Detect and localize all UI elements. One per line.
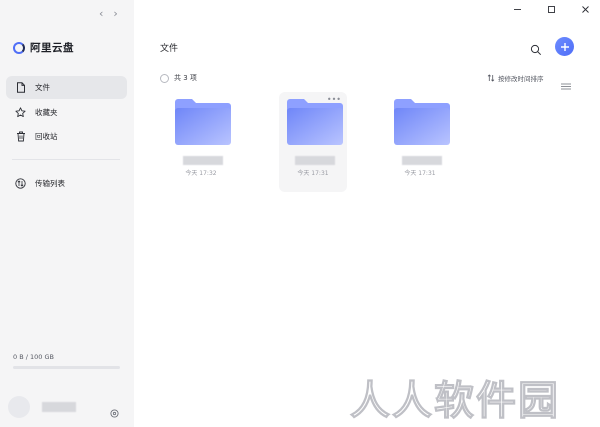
forward-arrow-icon[interactable]: ›: [113, 8, 117, 20]
sidebar-divider: [12, 159, 120, 160]
storage-usage-text: 0 B / 100 GB: [13, 353, 54, 361]
sidebar-item-trash[interactable]: 回收站: [6, 125, 127, 148]
username-redacted: [42, 402, 76, 412]
sidebar-item-label: 传输列表: [35, 179, 65, 188]
sidebar-item-transfers[interactable]: 传输列表: [6, 172, 127, 195]
sidebar-item-label: 回收站: [35, 132, 58, 141]
minimize-icon[interactable]: [512, 4, 522, 14]
close-icon[interactable]: [580, 4, 590, 14]
file-item-folder[interactable]: 今天 17:32: [167, 92, 235, 192]
file-item-folder[interactable]: ••• 今天 17:31: [279, 92, 347, 192]
add-button[interactable]: [555, 37, 574, 56]
file-icon: [15, 82, 26, 93]
file-name-redacted: [183, 156, 223, 165]
folder-icon: [394, 99, 450, 145]
back-arrow-icon[interactable]: ‹: [99, 8, 103, 20]
app-logo: 阿里云盘: [13, 40, 74, 55]
file-modified-time: 今天 17:31: [404, 170, 436, 177]
main-area: 文件 共 3 项 按修改时间排序 今天 17:32 ••• 今天 17:31 今…: [134, 0, 600, 427]
watermark-text: 人人软件园: [350, 378, 560, 425]
folder-icon: [175, 99, 231, 145]
sidebar-item-favorites[interactable]: 收藏夹: [6, 101, 127, 124]
sort-label: 按修改时间排序: [498, 75, 544, 83]
user-profile[interactable]: [8, 396, 76, 418]
item-count-label: 共 3 项: [174, 74, 197, 82]
sidebar: ‹ › 阿里云盘 文件 收藏夹 回收站 传输列表 0 B / 100 GB: [0, 0, 134, 427]
aliyun-logo-icon: [13, 41, 25, 54]
trash-icon: [15, 131, 26, 142]
folder-icon: [287, 99, 343, 145]
sidebar-item-label: 文件: [35, 83, 50, 92]
search-icon[interactable]: [530, 41, 542, 56]
maximize-icon[interactable]: [546, 4, 556, 14]
transfer-icon: [15, 178, 26, 189]
sort-icon: [487, 74, 495, 82]
history-nav: ‹ ›: [99, 8, 118, 20]
plus-icon: [560, 42, 569, 51]
page-title: 文件: [160, 44, 179, 54]
avatar[interactable]: [8, 396, 30, 418]
file-item-folder[interactable]: 今天 17:31: [386, 92, 454, 192]
file-name-redacted: [295, 156, 335, 165]
star-icon: [15, 107, 26, 118]
select-all-checkbox[interactable]: 共 3 项: [160, 73, 197, 83]
file-modified-time: 今天 17:31: [297, 170, 329, 177]
file-name-redacted: [402, 156, 442, 165]
app-name: 阿里云盘: [30, 42, 74, 54]
sort-button[interactable]: 按修改时间排序: [487, 73, 544, 83]
storage-progress-bar: [13, 366, 120, 369]
window-controls: [512, 4, 590, 14]
file-modified-time: 今天 17:32: [185, 170, 217, 177]
sidebar-item-label: 收藏夹: [35, 108, 58, 117]
list-view-icon[interactable]: [561, 75, 571, 90]
settings-gear-icon[interactable]: [110, 403, 119, 418]
sidebar-item-files[interactable]: 文件: [6, 76, 127, 99]
select-all-circle[interactable]: [160, 73, 169, 83]
